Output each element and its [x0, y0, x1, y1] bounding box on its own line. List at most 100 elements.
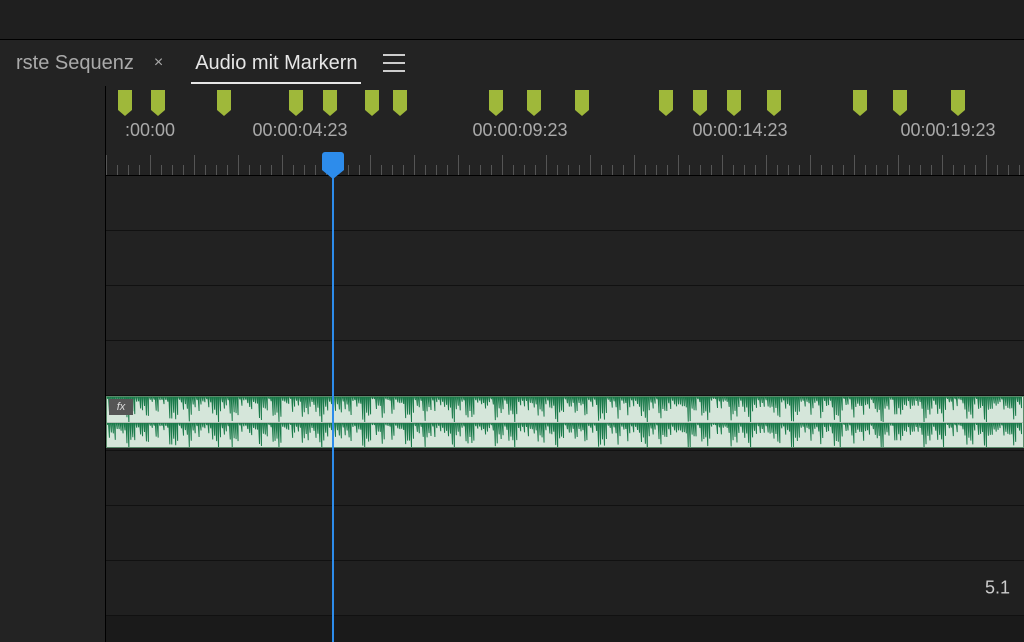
- panel-menu-icon[interactable]: [383, 54, 405, 72]
- video-track[interactable]: [0, 341, 1024, 396]
- video-track[interactable]: [0, 176, 1024, 231]
- timeline-marker[interactable]: [217, 90, 231, 110]
- ruler-tick-minor: [271, 165, 272, 175]
- ruler-tick-minor: [964, 165, 965, 175]
- timeline-marker[interactable]: [853, 90, 867, 110]
- track-content[interactable]: fx: [106, 396, 1024, 450]
- ruler-tick-major: [282, 155, 283, 175]
- ruler-tick-major: [194, 155, 195, 175]
- timeline-marker[interactable]: [575, 90, 589, 110]
- track-content[interactable]: [106, 286, 1024, 340]
- ruler-tick-minor: [744, 165, 745, 175]
- ruler-tick-minor: [469, 165, 470, 175]
- ruler-tick-minor: [205, 165, 206, 175]
- timeline-tracks: fx 5.1: [0, 176, 1024, 616]
- timeline-marker[interactable]: [727, 90, 741, 110]
- ruler-tick-minor: [535, 165, 536, 175]
- fx-badge[interactable]: fx: [109, 399, 133, 415]
- tab-sequence-1[interactable]: rste Sequenz ×: [0, 40, 179, 86]
- timeline-marker[interactable]: [693, 90, 707, 110]
- track-content[interactable]: [106, 176, 1024, 230]
- ruler-tick-minor: [491, 165, 492, 175]
- ruler-tick-minor: [381, 165, 382, 175]
- ruler-tick-minor: [876, 165, 877, 175]
- ruler-tick-minor: [909, 165, 910, 175]
- ruler-tick-minor: [172, 165, 173, 175]
- ruler-tick-major: [546, 155, 547, 175]
- ruler-tick-minor: [557, 165, 558, 175]
- ruler-tick-minor: [601, 165, 602, 175]
- timeline-marker[interactable]: [489, 90, 503, 110]
- marker-row[interactable]: [0, 86, 1024, 116]
- ruler-tick-minor: [623, 165, 624, 175]
- ruler-tick-major: [150, 155, 151, 175]
- ruler-tick-major: [502, 155, 503, 175]
- playhead-handle[interactable]: [322, 152, 344, 170]
- close-icon[interactable]: ×: [154, 54, 163, 72]
- playhead[interactable]: [332, 154, 334, 642]
- ruler-tick-minor: [568, 165, 569, 175]
- timeline-marker[interactable]: [323, 90, 337, 110]
- ruler-tick-minor: [392, 165, 393, 175]
- video-track[interactable]: [0, 286, 1024, 341]
- timeline-marker[interactable]: [893, 90, 907, 110]
- ruler-tick-minor: [403, 165, 404, 175]
- ruler-tick-minor: [799, 165, 800, 175]
- ruler-tick-minor: [216, 165, 217, 175]
- track-content[interactable]: [106, 451, 1024, 505]
- ruler-tick-major: [942, 155, 943, 175]
- ruler-timestamp: 00:00:14:23: [692, 120, 787, 141]
- tab-sequence-2[interactable]: Audio mit Markern: [179, 40, 373, 86]
- timeline-marker[interactable]: [365, 90, 379, 110]
- ruler-tick-minor: [227, 165, 228, 175]
- ruler-tick-major: [854, 155, 855, 175]
- track-content[interactable]: [106, 506, 1024, 560]
- ruler-tick-minor: [128, 165, 129, 175]
- ruler-tick-minor: [832, 165, 833, 175]
- timeline-marker[interactable]: [118, 90, 132, 110]
- ruler-tick-major: [106, 155, 107, 175]
- ruler-tick-minor: [117, 165, 118, 175]
- ruler-tick-minor: [1008, 165, 1009, 175]
- ruler-tick-minor: [755, 165, 756, 175]
- audio-track[interactable]: 5.1: [0, 561, 1024, 616]
- ruler-tick-minor: [689, 165, 690, 175]
- track-content[interactable]: [106, 561, 1024, 615]
- ruler-tick-major: [766, 155, 767, 175]
- audio-track[interactable]: fx: [0, 396, 1024, 451]
- timeline-marker[interactable]: [659, 90, 673, 110]
- ruler-timestamp: 00:00:19:23: [900, 120, 995, 141]
- timeline-marker[interactable]: [767, 90, 781, 110]
- ruler-tick-minor: [579, 165, 580, 175]
- waveform-left: [107, 397, 1023, 423]
- ruler-tick-minor: [260, 165, 261, 175]
- ruler-tick-minor: [249, 165, 250, 175]
- time-ruler[interactable]: :00:0000:00:04:2300:00:09:2300:00:14:230…: [0, 116, 1024, 176]
- timeline-marker[interactable]: [527, 90, 541, 110]
- video-track[interactable]: [0, 231, 1024, 286]
- ruler-tick-minor: [315, 165, 316, 175]
- ruler-tick-minor: [843, 165, 844, 175]
- timeline-marker[interactable]: [151, 90, 165, 110]
- audio-clip[interactable]: fx: [106, 396, 1024, 448]
- ruler-tick-minor: [480, 165, 481, 175]
- ruler-tick-minor: [161, 165, 162, 175]
- ruler-tick-minor: [667, 165, 668, 175]
- ruler-timestamp: :00:00: [125, 120, 175, 141]
- ruler-tick-minor: [997, 165, 998, 175]
- ruler-tick-minor: [524, 165, 525, 175]
- track-content[interactable]: [106, 231, 1024, 285]
- sequence-tabs: rste Sequenz × Audio mit Markern: [0, 40, 1024, 86]
- timeline-marker[interactable]: [951, 90, 965, 110]
- ruler-tick-major: [722, 155, 723, 175]
- timeline-marker[interactable]: [393, 90, 407, 110]
- ruler-tick-minor: [183, 165, 184, 175]
- ruler-tick-major: [414, 155, 415, 175]
- audio-track[interactable]: [0, 451, 1024, 506]
- timeline-marker[interactable]: [289, 90, 303, 110]
- ruler-timestamp: 00:00:09:23: [472, 120, 567, 141]
- ruler-tick-minor: [656, 165, 657, 175]
- ruler-tick-major: [370, 155, 371, 175]
- audio-track[interactable]: [0, 506, 1024, 561]
- track-content[interactable]: [106, 341, 1024, 395]
